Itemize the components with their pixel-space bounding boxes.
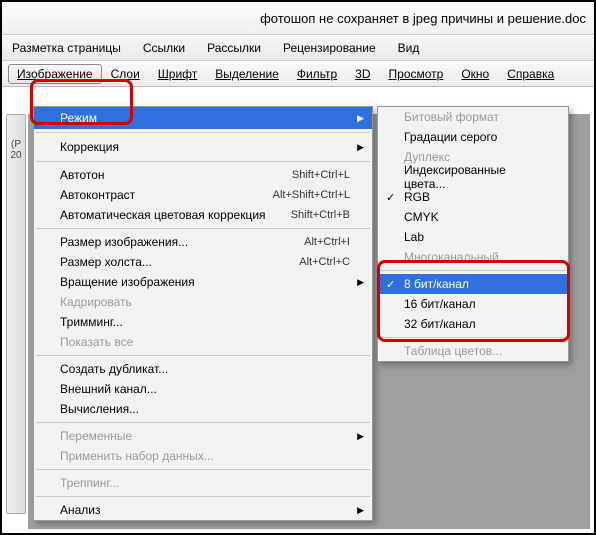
ribbon-tab[interactable]: Рассылки — [207, 41, 261, 55]
menu-window[interactable]: Окно — [452, 64, 498, 84]
menu-layers[interactable]: Слои — [102, 64, 149, 84]
menu-image[interactable]: Изображение — [8, 64, 102, 84]
separator — [36, 161, 370, 162]
menu-item-duplicate[interactable]: Создать дубликат... — [34, 359, 372, 379]
separator — [36, 355, 370, 356]
mode-16bit[interactable]: 16 бит/канал — [378, 294, 568, 314]
submenu-arrow-icon: ▶ — [357, 505, 364, 516]
separator — [380, 337, 566, 338]
separator — [380, 270, 566, 271]
ribbon-tabs: Разметка страницы Ссылки Рассылки Реценз… — [2, 35, 594, 61]
separator — [36, 228, 370, 229]
checkmark-icon: ✓ — [386, 278, 395, 291]
menu-item-mode[interactable]: Режим ▶ — [34, 107, 372, 129]
side-ruler: (Р 20 — [6, 114, 26, 514]
mode-8bit[interactable]: ✓8 бит/канал — [378, 274, 568, 294]
menu-item-variables: Переменные▶ — [34, 426, 372, 446]
menu-item-crop: Кадрировать — [34, 292, 372, 312]
menu-item-analysis[interactable]: Анализ▶ — [34, 500, 372, 520]
menu-select[interactable]: Выделение — [206, 64, 288, 84]
mode-lab[interactable]: Lab — [378, 227, 568, 247]
mode-grayscale[interactable]: Градации серого — [378, 127, 568, 147]
app-menubar: Изображение Слои Шрифт Выделение Фильтр … — [2, 61, 594, 87]
mode-cmyk[interactable]: CMYK — [378, 207, 568, 227]
menu-help[interactable]: Справка — [498, 64, 563, 84]
menu-item-trim[interactable]: Тримминг... — [34, 312, 372, 332]
menu-item-autotone[interactable]: АвтотонShift+Ctrl+L — [34, 165, 372, 185]
separator — [36, 422, 370, 423]
menu-item-apply-dataset: Применить набор данных... — [34, 446, 372, 466]
submenu-arrow-icon: ▶ — [357, 431, 364, 442]
separator — [36, 496, 370, 497]
menu-item-rotate[interactable]: Вращение изображения▶ — [34, 272, 372, 292]
menu-item-canvas-size[interactable]: Размер холста...Alt+Ctrl+C — [34, 252, 372, 272]
mode-rgb[interactable]: ✓RGB — [378, 187, 568, 207]
menu-item-autocolor[interactable]: Автоматическая цветовая коррекцияShift+C… — [34, 205, 372, 225]
ribbon-tab[interactable]: Разметка страницы — [12, 41, 121, 55]
document-title: фотошоп не сохраняет в jpeg причины и ре… — [260, 11, 586, 26]
checkmark-icon: ✓ — [386, 191, 395, 204]
ribbon-tab[interactable]: Ссылки — [143, 41, 185, 55]
mode-multichannel: Многоканальный — [378, 247, 568, 267]
mode-color-table: Таблица цветов... — [378, 341, 568, 361]
menu-3d[interactable]: 3D — [346, 64, 379, 84]
menu-filter[interactable]: Фильтр — [288, 64, 346, 84]
menu-item-corrections[interactable]: Коррекция ▶ — [34, 136, 372, 158]
mode-bitmap: Битовый формат — [378, 107, 568, 127]
ribbon-tab[interactable]: Рецензирование — [283, 41, 376, 55]
mode-indexed[interactable]: Индексированные цвета... — [378, 167, 568, 187]
menu-item-calculations[interactable]: Вычисления... — [34, 399, 372, 419]
menu-item-reveal-all: Показать все — [34, 332, 372, 352]
menu-item-autocontrast[interactable]: АвтоконтрастAlt+Shift+Ctrl+L — [34, 185, 372, 205]
submenu-arrow-icon: ▶ — [357, 142, 364, 153]
separator — [36, 469, 370, 470]
menu-item-apply-image[interactable]: Внешний канал... — [34, 379, 372, 399]
mode-32bit[interactable]: 32 бит/канал — [378, 314, 568, 334]
submenu-arrow-icon: ▶ — [357, 113, 364, 124]
separator — [36, 132, 370, 133]
dropdown-image-menu: Режим ▶ Коррекция ▶ АвтотонShift+Ctrl+L … — [33, 106, 373, 521]
menu-font[interactable]: Шрифт — [149, 64, 206, 84]
submenu-arrow-icon: ▶ — [357, 277, 364, 288]
ribbon-tab[interactable]: Вид — [398, 41, 420, 55]
menu-item-image-size[interactable]: Размер изображения...Alt+Ctrl+I — [34, 232, 372, 252]
submenu-mode: Битовый формат Градации серого Дуплекс И… — [377, 106, 569, 362]
menu-view[interactable]: Просмотр — [380, 64, 453, 84]
window-titlebar: фотошоп не сохраняет в jpeg причины и ре… — [2, 2, 594, 35]
menu-item-trap: Треппинг... — [34, 473, 372, 493]
